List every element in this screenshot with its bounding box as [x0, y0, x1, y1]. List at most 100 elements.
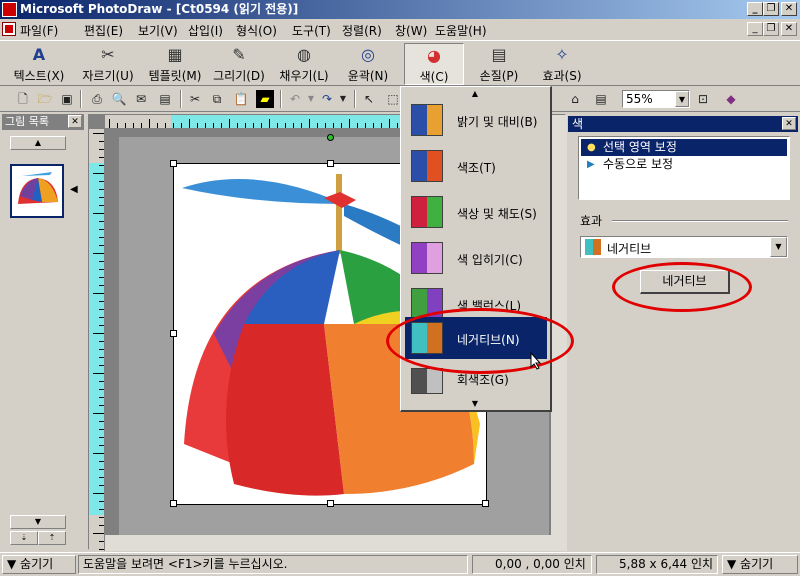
menu-file[interactable]: 파일(F): [20, 22, 58, 39]
color-wheel-icon: ◕: [427, 46, 441, 65]
ruler-tick: [99, 157, 104, 158]
menu-item-brightness-contrast[interactable]: 밝기 및 대비(B): [405, 99, 547, 141]
chevron-down-icon[interactable]: ▼: [675, 91, 689, 107]
menu-window[interactable]: 창(W): [395, 22, 427, 39]
minimize-button[interactable]: _: [747, 2, 763, 16]
open-icon[interactable]: 🗁: [36, 90, 54, 108]
doc-minimize-button[interactable]: _: [747, 22, 763, 36]
negative-apply-button[interactable]: 네거티브: [640, 270, 730, 294]
ruler-tick: [261, 123, 262, 128]
pointer-icon[interactable]: ↖: [360, 90, 378, 108]
ruler-tick: [93, 493, 104, 494]
maximize-button[interactable]: ❐: [763, 2, 779, 16]
outline-button[interactable]: ◎ 윤곽(N): [340, 43, 396, 85]
templates-button[interactable]: ▦ 템플릿(M): [144, 43, 206, 85]
draw-button[interactable]: ✎ 그리기(D): [210, 43, 268, 85]
pencil-icon: ✎: [232, 45, 246, 64]
ruler-tick: [93, 213, 104, 214]
redo-dropdown-icon[interactable]: ▼: [334, 90, 352, 108]
ruler-tick: [99, 509, 104, 510]
copy-icon[interactable]: ⧉: [208, 90, 226, 108]
negative-effect-icon: [585, 239, 601, 255]
scan-icon[interactable]: ▤: [156, 90, 174, 108]
ruler-tick: [109, 119, 110, 128]
ruler-tick: [229, 119, 230, 128]
format-painter-icon[interactable]: ▰: [256, 90, 274, 108]
properties-icon[interactable]: ▤: [592, 90, 610, 108]
menu-arrange[interactable]: 정렬(R): [342, 22, 382, 39]
rotate-handle[interactable]: [327, 134, 334, 141]
menu-item-grayscale[interactable]: 회색조(G): [405, 363, 547, 395]
menu-help[interactable]: 도움말(H): [435, 22, 487, 39]
zoom-select[interactable]: 55% ▼: [622, 90, 690, 108]
effects-button[interactable]: ✧ 효과(S): [534, 43, 590, 85]
resize-handle-sw[interactable]: [170, 500, 177, 507]
crop-button[interactable]: ✂ 자르기(U): [78, 43, 138, 85]
fit-to-window-icon[interactable]: ⊡: [694, 90, 712, 108]
hide-workpane-button[interactable]: ▼ 숨기기: [722, 555, 798, 574]
menu-item-tint[interactable]: 색조(T): [405, 145, 547, 187]
status-help-text: 도움말을 보려면 <F1>키를 누르십시오.: [78, 555, 468, 574]
ruler-tick: [99, 317, 104, 318]
cut-icon[interactable]: ✂: [186, 90, 204, 108]
resize-handle-w[interactable]: [170, 330, 177, 337]
hide-picture-list-button[interactable]: ▼ 숨기기: [2, 555, 76, 574]
print-icon[interactable]: ⎙: [88, 90, 106, 108]
chevron-down-icon[interactable]: ▼: [770, 237, 787, 257]
ruler-tick: [99, 437, 104, 438]
ruler-tick: [99, 525, 104, 526]
save-icon[interactable]: ▣: [58, 90, 76, 108]
scroll-up-button[interactable]: ▲: [10, 136, 66, 150]
paste-icon[interactable]: 📋: [232, 90, 250, 108]
fill-icon: ◍: [297, 45, 311, 64]
menu-item-hue-saturation[interactable]: 색상 및 채도(S): [405, 191, 547, 233]
picture-thumbnail[interactable]: [10, 164, 64, 218]
outline-icon: ◎: [361, 45, 375, 64]
touch-up-button[interactable]: ▤ 손질(P): [472, 43, 526, 85]
hat-thumbnail-image: [18, 172, 58, 204]
menu-insert[interactable]: 삽입(I): [188, 22, 223, 39]
email-icon[interactable]: ✉: [132, 90, 150, 108]
vertical-scrollbar[interactable]: [551, 115, 567, 551]
doc-close-button[interactable]: ✕: [781, 22, 797, 36]
new-icon[interactable]: 🗋: [14, 90, 32, 108]
ruler-tick: [157, 123, 158, 128]
resize-handle-n[interactable]: [327, 160, 334, 167]
resize-handle-nw[interactable]: [170, 160, 177, 167]
print-preview-icon[interactable]: 🔍: [110, 90, 128, 108]
color-balance-icon: [411, 288, 443, 320]
menu-item-colorize[interactable]: 색 입히기(C): [405, 237, 547, 279]
option-correct-manually[interactable]: ▶ 수동으로 보정: [581, 156, 787, 173]
scroll-down-button[interactable]: ▼: [10, 515, 66, 529]
menu-scroll-down-icon[interactable]: ▼: [401, 397, 549, 411]
ruler-tick: [333, 123, 334, 128]
menu-view[interactable]: 보기(V): [138, 22, 178, 39]
ruler-tick: [99, 269, 104, 270]
scroll-top-button[interactable]: ⇡: [38, 531, 66, 545]
resize-handle-s[interactable]: [327, 500, 334, 507]
menu-tools[interactable]: 도구(T): [292, 22, 331, 39]
menu-item-negative[interactable]: 네거티브(N): [405, 317, 547, 359]
rotate-icon[interactable]: ⌂: [566, 90, 584, 108]
doc-restore-button[interactable]: ❐: [763, 22, 779, 36]
close-icon[interactable]: ✕: [782, 117, 796, 130]
resize-handle-se[interactable]: [482, 500, 489, 507]
text-button[interactable]: A 텍스트(X): [8, 43, 70, 85]
color-button[interactable]: ◕ 색(C): [404, 43, 464, 85]
menu-edit[interactable]: 편집(E): [84, 22, 123, 39]
app-icon[interactable]: [2, 2, 17, 17]
effect-select[interactable]: 네거티브 ▼: [580, 236, 788, 258]
horizontal-scrollbar[interactable]: [105, 535, 551, 551]
close-icon[interactable]: ✕: [68, 115, 82, 128]
close-button[interactable]: ✕: [781, 2, 797, 16]
menu-format[interactable]: 형식(O): [236, 22, 277, 39]
ruler-tick: [99, 389, 104, 390]
ruler-tick: [99, 357, 104, 358]
fill-button[interactable]: ◍ 채우기(L): [274, 43, 334, 85]
ruler-tick: [99, 381, 104, 382]
picture-list-icon[interactable]: ◆: [722, 90, 740, 108]
ruler-tick: [99, 229, 104, 230]
option-correct-selected-area[interactable]: ● 선택 영역 보정: [581, 139, 787, 156]
scroll-bottom-button[interactable]: ⇣: [10, 531, 38, 545]
document-icon[interactable]: [2, 22, 16, 36]
